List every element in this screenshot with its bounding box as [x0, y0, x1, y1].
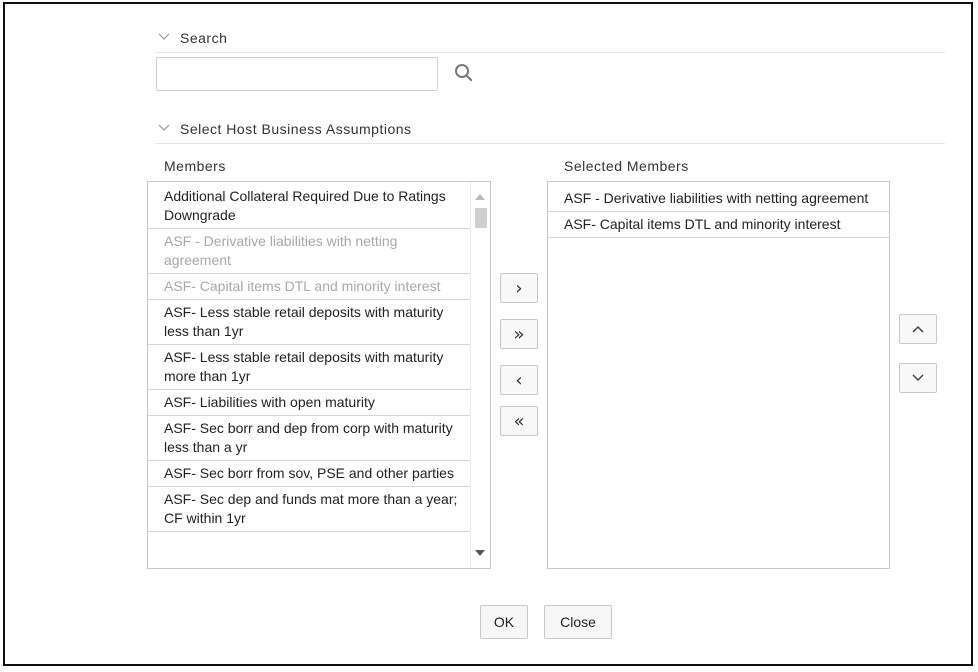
move-down-button[interactable] [899, 363, 937, 393]
search-section-title: Search [180, 30, 228, 46]
list-item[interactable]: Additional Collateral Required Due to Ra… [148, 184, 471, 229]
search-icon[interactable] [453, 62, 475, 84]
list-item[interactable]: ASF- Capital items DTL and minority inte… [148, 274, 471, 300]
chevron-left-icon: ‹ [515, 369, 523, 391]
search-section-header[interactable]: Search [158, 30, 227, 46]
move-selected-button[interactable]: › [500, 273, 538, 303]
assumptions-section-title: Select Host Business Assumptions [180, 121, 412, 137]
list-item[interactable]: ASF- Sec borr from sov, PSE and other pa… [148, 461, 471, 487]
scroll-thumb[interactable] [475, 208, 487, 228]
chevron-down-icon [912, 374, 924, 382]
remove-all-button[interactable]: « [500, 406, 538, 436]
list-item[interactable]: ASF - Derivative liabilities with nettin… [548, 186, 889, 212]
list-item[interactable]: ASF- Less stable retail deposits with ma… [148, 300, 471, 345]
move-up-button[interactable] [899, 314, 937, 344]
scroll-down-arrow-icon[interactable] [475, 550, 485, 556]
list-item[interactable]: ASF- Sec dep and funds mat more than a y… [148, 487, 471, 532]
selected-members-listbox[interactable]: ASF - Derivative liabilities with nettin… [547, 181, 890, 569]
list-item[interactable]: ASF- Sec borr and dep from corp with mat… [148, 416, 471, 461]
assumptions-section-header[interactable]: Select Host Business Assumptions [158, 121, 412, 137]
double-chevron-left-icon: « [513, 410, 525, 432]
selected-members-label: Selected Members [564, 158, 689, 174]
selected-members-list: ASF - Derivative liabilities with nettin… [548, 186, 889, 238]
list-item[interactable]: ASF - Derivative liabilities with nettin… [148, 229, 471, 274]
members-label: Members [164, 158, 226, 174]
members-scrollbar[interactable] [470, 182, 490, 568]
chevron-down-icon [158, 123, 174, 135]
members-listbox[interactable]: Additional Collateral Required Due to Ra… [147, 181, 491, 569]
list-item[interactable]: ASF- Capital items DTL and minority inte… [548, 212, 889, 238]
chevron-up-icon [912, 325, 924, 333]
ok-button[interactable]: OK [480, 605, 528, 639]
divider [155, 143, 945, 144]
list-item[interactable]: ASF- Less stable retail deposits with ma… [148, 345, 471, 390]
chevron-down-icon [158, 32, 174, 44]
members-list: Additional Collateral Required Due to Ra… [148, 184, 471, 532]
scroll-up-arrow-icon[interactable] [475, 194, 485, 200]
remove-selected-button[interactable]: ‹ [500, 365, 538, 395]
close-button[interactable]: Close [544, 605, 612, 639]
list-item[interactable]: ASF- Liabilities with open maturity [148, 390, 471, 416]
divider [155, 52, 945, 53]
move-all-button[interactable]: » [500, 319, 538, 349]
chevron-right-icon: › [515, 277, 523, 299]
double-chevron-right-icon: » [513, 323, 525, 345]
search-input[interactable] [156, 57, 438, 91]
